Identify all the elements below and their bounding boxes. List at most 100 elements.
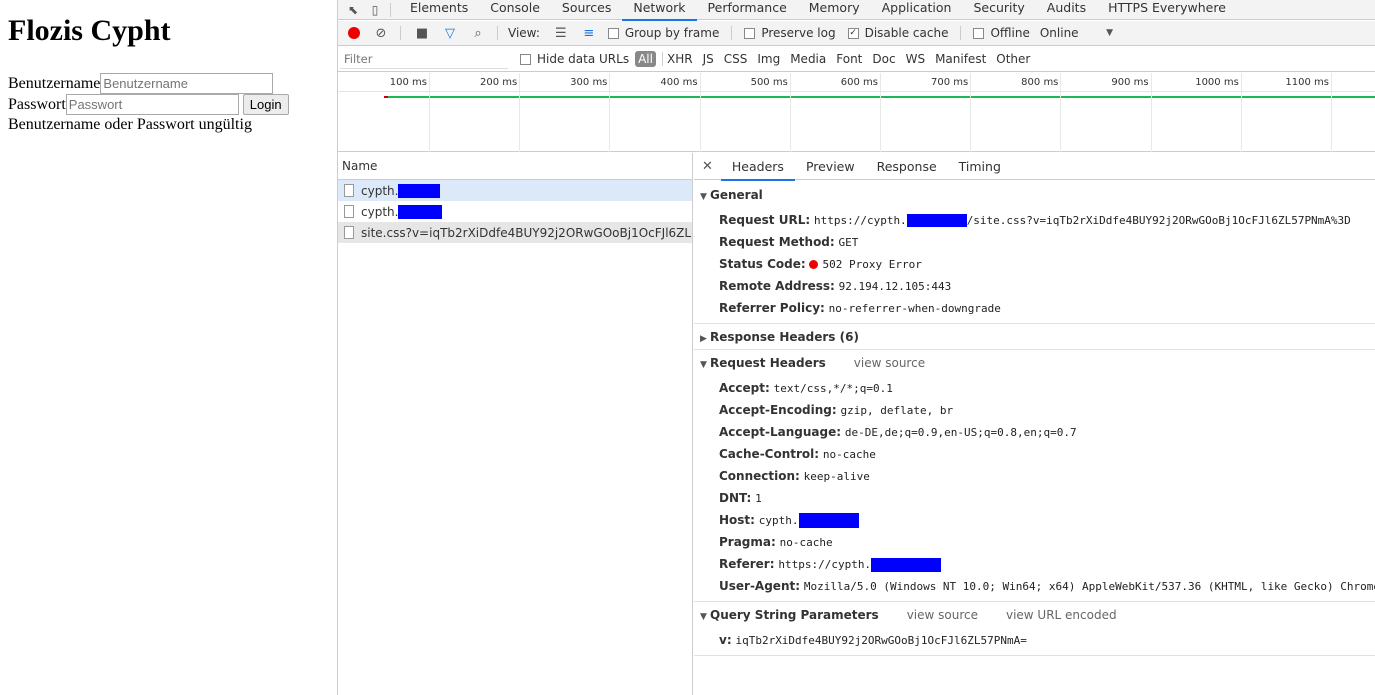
filter-type-font[interactable]: Font	[836, 52, 862, 66]
filter-type-ws[interactable]: WS	[906, 52, 925, 66]
tab-headers[interactable]: Headers	[720, 153, 795, 181]
waterfall-view-icon[interactable]: ≡	[582, 26, 596, 41]
header-value: gzip, deflate, br	[840, 404, 954, 417]
header-value: de-DE,de;q=0.9,en-US;q=0.8,en;q=0.7	[844, 426, 1077, 439]
web-page: Flozis Cypht Benutzername Passwort Login…	[0, 0, 337, 695]
header-value: https://cypth.	[778, 558, 872, 571]
redaction-mark	[798, 513, 859, 528]
checkmark-icon: ✓	[847, 27, 859, 39]
inspect-element-icon[interactable]: ⬉	[346, 3, 360, 17]
request-row[interactable]: site.css?v=iqTb2rXiDdfe4BUY92j2ORwGOoBj1…	[338, 222, 692, 243]
view-source-link[interactable]: view source	[854, 356, 925, 370]
username-label: Benutzername	[8, 74, 101, 92]
close-icon[interactable]: ✕	[702, 159, 713, 174]
error-status-icon	[809, 260, 819, 269]
clear-icon[interactable]: ⊘	[374, 26, 388, 41]
filter-type-css[interactable]: CSS	[724, 52, 748, 66]
name-column-header[interactable]: Name	[338, 153, 692, 180]
tab-network[interactable]: Network	[622, 0, 697, 21]
detail-tabbar: ✕ Headers Preview Response Timing	[694, 153, 1375, 181]
expanded-triangle-icon: ▼	[700, 360, 707, 370]
tab-sources[interactable]: Sources	[551, 0, 622, 20]
hide-data-urls-checkbox[interactable]: Hide data URLs	[520, 52, 629, 66]
capture-screenshots-icon[interactable]: ■	[415, 26, 429, 41]
view-source-link[interactable]: view source	[907, 608, 978, 622]
query-string-section-header[interactable]: ▼ Query String Parameters view source view …	[694, 608, 1375, 622]
redaction-mark	[871, 557, 942, 572]
filter-type-xhr[interactable]: XHR	[667, 52, 693, 66]
filter-bar: Hide data URLs All XHR JS CSS Img Media …	[338, 47, 1375, 72]
login-button[interactable]: Login	[242, 94, 289, 115]
timeline-tick-label: 200 ms	[479, 77, 518, 88]
tab-application[interactable]: Application	[871, 0, 963, 20]
referrer-policy-row: Referrer Policy: no-referrer-when-downgr…	[719, 301, 1001, 315]
timeline-gridline	[1150, 73, 1152, 152]
timeline-gridline	[1060, 73, 1062, 152]
request-name: cypth.	[361, 204, 399, 219]
filter-type-doc[interactable]: Doc	[872, 52, 895, 66]
request-row[interactable]: cypth.	[338, 180, 692, 201]
request-row[interactable]: cypth.	[338, 201, 692, 222]
toolbar-separator	[960, 26, 962, 40]
checkbox-label: Offline	[990, 26, 1030, 40]
tabbar-separator	[390, 2, 391, 17]
tab-security[interactable]: Security	[962, 0, 1035, 20]
header-key: DNT:	[719, 491, 752, 505]
general-section-header[interactable]: ▼ General	[694, 188, 1375, 202]
tab-response[interactable]: Response	[866, 153, 948, 180]
tab-memory[interactable]: Memory	[798, 0, 871, 20]
response-headers-section-header[interactable]: ▶ Response Headers (6)	[694, 330, 1375, 344]
password-label: Passwort	[8, 95, 66, 113]
record-icon[interactable]	[348, 27, 360, 39]
request-headers-section-header[interactable]: ▼ Request Headers view source	[694, 356, 1375, 370]
list-view-icon[interactable]: ☰	[554, 26, 568, 41]
search-icon[interactable]: ⌕	[471, 26, 485, 41]
tab-performance[interactable]: Performance	[697, 0, 798, 20]
filter-type-media[interactable]: Media	[790, 52, 826, 66]
header-key: Referrer Policy:	[719, 301, 825, 315]
toolbar-separator	[497, 26, 498, 40]
username-input[interactable]	[100, 73, 274, 94]
timeline-tick-label: 1100 ms	[1285, 77, 1329, 88]
view-url-encoded-link[interactable]: view URL encoded	[1006, 608, 1117, 622]
tab-elements[interactable]: Elements	[399, 0, 479, 20]
disable-cache-checkbox[interactable]: ✓ Disable cache	[847, 26, 948, 40]
preserve-log-checkbox[interactable]: Preserve log	[744, 26, 836, 40]
device-toolbar-icon[interactable]: ▯	[368, 3, 382, 17]
document-icon	[344, 226, 354, 239]
timeline-overview[interactable]: 100 ms 200 ms 300 ms 400 ms 500 ms 600 ms 700 …	[338, 73, 1375, 152]
timeline-ruler: 100 ms 200 ms 300 ms 400 ms 500 ms 600 ms 700 …	[338, 73, 1375, 92]
tab-preview[interactable]: Preview	[795, 153, 866, 180]
header-value: text/css,*/*;q=0.1	[773, 382, 893, 395]
header-key: Host:	[719, 513, 755, 527]
filter-type-manifest[interactable]: Manifest	[935, 52, 986, 66]
section-title: General	[710, 188, 763, 202]
password-input[interactable]	[65, 94, 239, 115]
tab-console[interactable]: Console	[479, 0, 551, 20]
checkbox-box	[520, 53, 531, 65]
tab-timing[interactable]: Timing	[948, 153, 1012, 180]
document-icon	[344, 205, 354, 218]
header-key: Pragma:	[719, 535, 776, 549]
dropdown-arrow-icon[interactable]: ▼	[1103, 28, 1117, 38]
offline-checkbox[interactable]: Offline	[973, 26, 1030, 40]
tab-https-everywhere[interactable]: HTTPS Everywhere	[1097, 0, 1237, 20]
header-value: no-referrer-when-downgrade	[828, 302, 1001, 315]
filter-type-other[interactable]: Other	[996, 52, 1030, 66]
filter-type-js[interactable]: JS	[703, 52, 714, 66]
header-key: Request URL:	[719, 213, 811, 227]
throttling-select[interactable]: Online	[1040, 26, 1079, 40]
toolbar-separator	[400, 26, 401, 40]
remote-address-row: Remote Address: 92.194.12.105:443	[719, 279, 951, 293]
expanded-triangle-icon: ▼	[700, 612, 707, 622]
filter-icon[interactable]: ▽	[443, 26, 457, 41]
header-value: no-cache	[822, 448, 876, 461]
group-by-frame-checkbox[interactable]: Group by frame	[607, 26, 719, 40]
devtools-panel: ⬉ ▯ Elements Console Sources Network Per…	[337, 0, 1375, 695]
filter-type-all[interactable]: All	[635, 51, 656, 67]
filter-input[interactable]	[340, 49, 508, 69]
header-key: Cache-Control:	[719, 447, 820, 461]
filter-type-img[interactable]: Img	[757, 52, 780, 66]
tab-audits[interactable]: Audits	[1036, 0, 1097, 20]
timeline-tick-label: 800 ms	[1021, 77, 1059, 88]
